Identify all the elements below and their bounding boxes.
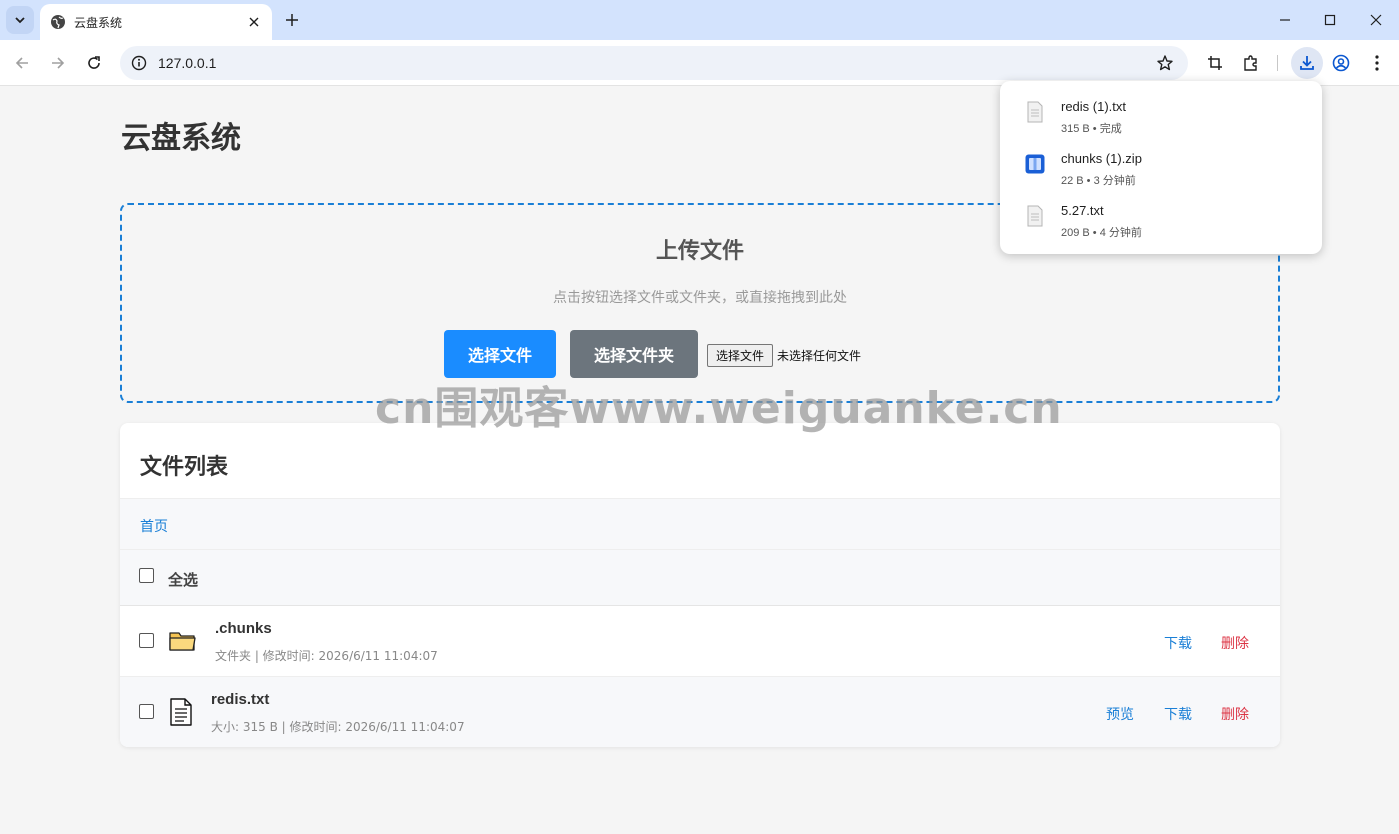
arrow-right-icon bbox=[52, 57, 65, 69]
download-name: chunks (1).zip bbox=[1061, 151, 1142, 166]
download-icon bbox=[1300, 56, 1314, 70]
maximize-button[interactable] bbox=[1315, 6, 1345, 34]
plus-icon bbox=[286, 14, 298, 26]
select-all-label: 全选 bbox=[168, 571, 199, 589]
forward-button[interactable] bbox=[44, 49, 72, 77]
close-icon bbox=[1370, 14, 1382, 26]
file-name[interactable]: redis.txt bbox=[211, 691, 269, 708]
chevron-down-icon bbox=[15, 17, 25, 24]
native-file-button[interactable]: 选择文件 bbox=[707, 344, 774, 367]
select-all-checkbox[interactable] bbox=[139, 568, 154, 583]
download-status: 315 B • 完成 bbox=[1061, 123, 1122, 135]
tab-close-icon[interactable] bbox=[246, 14, 262, 30]
profile-button[interactable] bbox=[1327, 49, 1355, 77]
select-all-bar: 全选 bbox=[120, 550, 1280, 606]
native-file-input[interactable]: 选择文件 未选择任何文件 bbox=[707, 344, 861, 367]
bookmark-star-icon[interactable] bbox=[1156, 54, 1174, 72]
file-name[interactable]: .chunks bbox=[215, 620, 272, 637]
zip-file-icon bbox=[1025, 154, 1045, 174]
row-checkbox[interactable] bbox=[139, 704, 154, 719]
account-icon bbox=[1332, 54, 1350, 72]
download-link[interactable]: 下载 bbox=[1164, 704, 1192, 724]
back-button[interactable] bbox=[8, 49, 36, 77]
menu-button[interactable] bbox=[1363, 49, 1391, 77]
reload-icon bbox=[88, 56, 100, 69]
folder-icon bbox=[169, 632, 196, 651]
minimize-icon bbox=[1280, 19, 1290, 21]
arrow-left-icon bbox=[15, 57, 28, 69]
address-bar[interactable]: 127.0.0.1 bbox=[120, 46, 1188, 80]
download-name: 5.27.txt bbox=[1061, 203, 1104, 218]
watermark-text: cn围观客www.weiguanke.cn bbox=[375, 383, 1063, 434]
minimize-button[interactable] bbox=[1270, 6, 1300, 34]
tab-strip: 云盘系统 bbox=[0, 0, 1399, 40]
text-file-icon bbox=[170, 698, 192, 726]
url-text[interactable]: 127.0.0.1 bbox=[158, 55, 216, 71]
table-row: .chunks 文件夹 | 修改时间: 2026/6/11 11:04:07 下… bbox=[120, 606, 1280, 677]
extensions-button[interactable] bbox=[1237, 49, 1265, 77]
browser-toolbar: 127.0.0.1 bbox=[0, 40, 1399, 86]
download-status: 22 B • 3 分钟前 bbox=[1061, 175, 1136, 187]
download-item[interactable]: 5.27.txt 209 B • 4 分钟前 bbox=[1000, 197, 1322, 249]
more-vertical-icon bbox=[1375, 55, 1379, 71]
close-window-button[interactable] bbox=[1361, 6, 1391, 34]
toolbar-separator bbox=[1277, 55, 1278, 71]
select-folder-button[interactable]: 选择文件夹 bbox=[570, 330, 698, 378]
upload-hint: 点击按钮选择文件或文件夹，或直接拖拽到此处 bbox=[553, 290, 847, 306]
breadcrumb: 首页 bbox=[120, 498, 1280, 550]
page-title: 云盘系统 bbox=[121, 121, 241, 156]
site-info-icon[interactable] bbox=[130, 54, 148, 72]
maximize-icon bbox=[1324, 14, 1336, 26]
reload-button[interactable] bbox=[80, 49, 108, 77]
native-file-status: 未选择任何文件 bbox=[777, 349, 862, 363]
screenshot-button[interactable] bbox=[1201, 49, 1229, 77]
file-meta: 文件夹 | 修改时间: 2026/6/11 11:04:07 bbox=[215, 649, 438, 663]
file-list-title: 文件列表 bbox=[140, 455, 229, 480]
puzzle-icon bbox=[1244, 55, 1257, 71]
downloads-bubble: redis (1).txt 315 B • 完成 chunks (1).zip … bbox=[1000, 81, 1322, 254]
file-meta: 大小: 315 B | 修改时间: 2026/6/11 11:04:07 bbox=[211, 720, 465, 734]
preview-link[interactable]: 预览 bbox=[1106, 704, 1134, 724]
new-tab-button[interactable] bbox=[280, 8, 304, 32]
delete-link[interactable]: 删除 bbox=[1221, 633, 1249, 653]
row-checkbox[interactable] bbox=[139, 633, 154, 648]
table-row: redis.txt 大小: 315 B | 修改时间: 2026/6/11 11… bbox=[120, 677, 1280, 747]
text-file-icon bbox=[1027, 205, 1043, 227]
tab-search-button[interactable] bbox=[6, 6, 34, 34]
select-file-button[interactable]: 选择文件 bbox=[444, 330, 556, 378]
download-link[interactable]: 下载 bbox=[1164, 633, 1192, 653]
breadcrumb-home-link[interactable]: 首页 bbox=[140, 516, 168, 536]
downloads-button[interactable] bbox=[1291, 47, 1323, 79]
download-item[interactable]: redis (1).txt 315 B • 完成 bbox=[1000, 93, 1322, 145]
crop-icon bbox=[1208, 56, 1222, 70]
file-list-card: 文件列表 首页 全选 .chunks 文件夹 | 修改时间: 2026/6/11… bbox=[120, 423, 1280, 747]
download-status: 209 B • 4 分钟前 bbox=[1061, 227, 1142, 239]
text-file-icon bbox=[1027, 101, 1043, 123]
download-item[interactable]: chunks (1).zip 22 B • 3 分钟前 bbox=[1000, 145, 1322, 197]
globe-icon bbox=[51, 15, 65, 29]
tab-title: 云盘系统 bbox=[74, 15, 123, 30]
download-name: redis (1).txt bbox=[1061, 99, 1127, 114]
browser-tab[interactable]: 云盘系统 bbox=[40, 4, 272, 40]
delete-link[interactable]: 删除 bbox=[1221, 704, 1249, 724]
